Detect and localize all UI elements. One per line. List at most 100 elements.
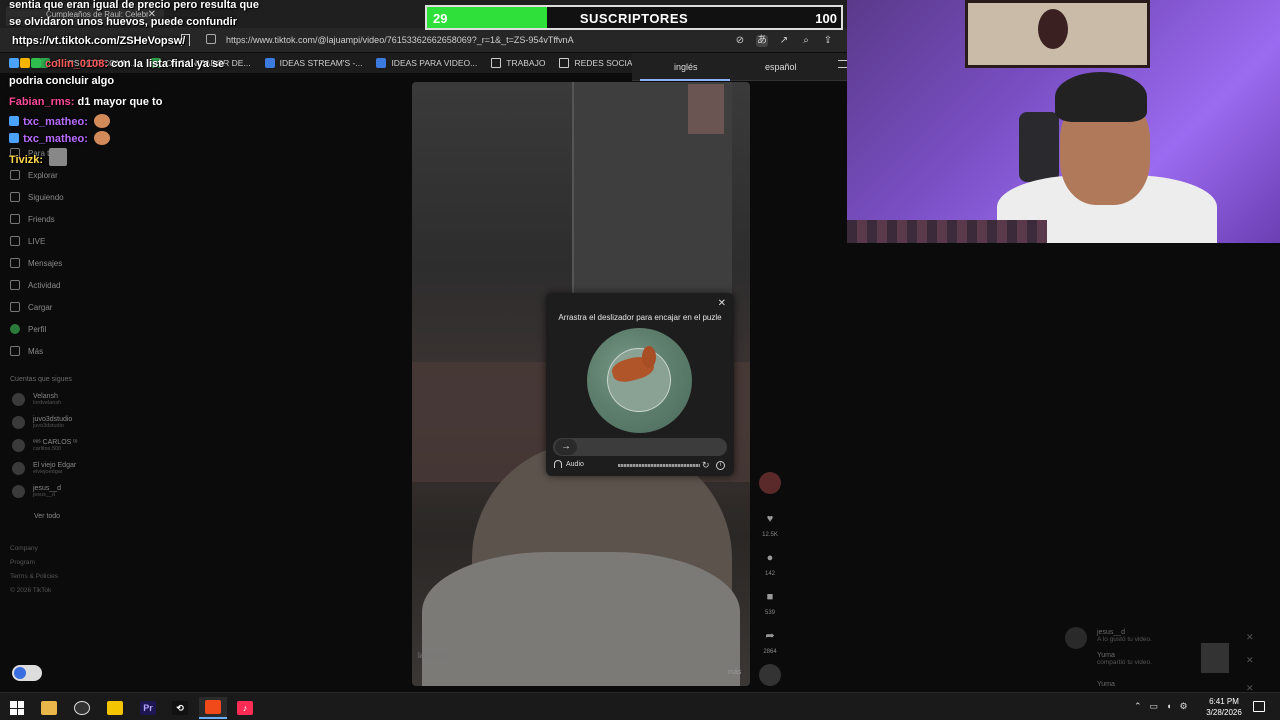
bookmark-icon: ■ bbox=[766, 591, 774, 603]
followed-account[interactable]: El viejo Edgar elviejoedgar bbox=[12, 462, 76, 475]
settings-icon[interactable]: ⚙ bbox=[1180, 701, 1188, 712]
translate-popup: inglés español bbox=[632, 53, 850, 81]
chevron-up-icon[interactable]: ⌃ bbox=[1134, 701, 1142, 712]
footer-link[interactable]: Terms & Policies bbox=[10, 573, 58, 580]
sidebar-item[interactable]: Más bbox=[10, 346, 43, 356]
chat-message: txc_matheo: bbox=[9, 131, 259, 148]
nav-icon bbox=[10, 280, 20, 290]
network-icon[interactable]: ▭ bbox=[1150, 701, 1159, 712]
emote-icon bbox=[93, 131, 110, 145]
chat-username: Fabian_rms: bbox=[9, 96, 75, 108]
zoom-icon[interactable]: ⌕ bbox=[800, 35, 812, 47]
volume-icon[interactable]: ◖ bbox=[1166, 701, 1171, 712]
sidebar-item[interactable]: Friends bbox=[10, 214, 55, 224]
mute-icon[interactable]: ⊘ bbox=[734, 35, 746, 47]
nav-icon bbox=[10, 324, 20, 334]
action-comment[interactable]: ● 142 bbox=[757, 551, 783, 577]
notification-center-icon[interactable] bbox=[1253, 701, 1265, 712]
action-bookmark[interactable]: ■ 539 bbox=[757, 590, 783, 616]
author-avatar[interactable] bbox=[757, 472, 783, 494]
info-icon[interactable]: i bbox=[716, 461, 725, 470]
footer-link[interactable]: Company bbox=[10, 545, 38, 552]
action-share[interactable]: ➦ 2864 bbox=[757, 629, 783, 655]
sidebar-item[interactable]: Actividad bbox=[10, 280, 60, 290]
followed-account[interactable]: jesus__d jesus__d bbox=[12, 485, 61, 498]
taskbar: Pr ⟲ ♪ ⌃ ▭ ◖ ⚙ 6:41 PM 3/28/2026 bbox=[0, 692, 1280, 720]
heart-icon: ♥ bbox=[766, 513, 774, 525]
translate-target-tab[interactable]: español bbox=[765, 62, 797, 72]
bookmark-item[interactable]: REDES SOCIALES bbox=[559, 58, 632, 68]
footer-link[interactable]: Program bbox=[10, 559, 35, 566]
start-button[interactable] bbox=[3, 697, 31, 719]
taskbar-obs[interactable] bbox=[68, 697, 96, 719]
open-external-icon[interactable]: ↗ bbox=[778, 35, 790, 47]
close-icon[interactable]: ✕ bbox=[1246, 655, 1254, 666]
streamer-cap bbox=[1055, 72, 1147, 122]
nav-icon bbox=[10, 302, 20, 312]
badge-icon bbox=[9, 58, 19, 68]
video-scene bbox=[688, 84, 724, 134]
avatar bbox=[12, 439, 25, 452]
taskbar-tiktok[interactable]: ♪ bbox=[231, 697, 259, 719]
sound-avatar[interactable] bbox=[757, 664, 783, 686]
close-icon[interactable]: ✕ bbox=[718, 298, 726, 309]
chat-username: collin_0108: bbox=[45, 58, 109, 70]
taskbar-brave[interactable] bbox=[199, 697, 227, 719]
bookmark-item[interactable]: IDEAS PARA VIDEO... bbox=[376, 58, 477, 68]
sidebar-item[interactable]: Perfil bbox=[10, 324, 46, 334]
captcha-slider-track[interactable] bbox=[553, 438, 727, 456]
nav-icon bbox=[10, 236, 20, 246]
followed-account[interactable]: juvo3dstudio juvo3dstudio bbox=[12, 416, 72, 429]
subscriber-goal-bar: 29 SUSCRIPTORES 100 bbox=[425, 5, 843, 30]
taskbar-explorer[interactable] bbox=[35, 697, 63, 719]
account-handle: juvo3dstudio bbox=[33, 423, 64, 429]
captcha-slider-handle[interactable]: → bbox=[555, 439, 577, 455]
screen: Cumpleaños de Raul: Celebr ✕ https://www… bbox=[0, 0, 1280, 720]
sidebar-item-label: Perfil bbox=[28, 324, 47, 334]
windows-icon bbox=[10, 701, 24, 715]
notification-item[interactable]: Yuma compartió tu video. bbox=[1097, 652, 1152, 666]
bookmark-item[interactable]: IDEAS STREAM'S -... bbox=[264, 58, 362, 68]
badge-icon bbox=[9, 133, 19, 143]
sidebar-item-label: Más bbox=[28, 346, 44, 356]
notification-item[interactable]: Yuma bbox=[1097, 681, 1115, 688]
action-heart[interactable]: ♥ 12.5K bbox=[757, 512, 783, 538]
notification-name: jesus__d bbox=[1097, 629, 1126, 636]
taskbar-files[interactable] bbox=[101, 697, 129, 719]
share-icon[interactable]: ⇪ bbox=[822, 35, 834, 47]
chat-text: con la lista final ya se podria concluir… bbox=[9, 58, 225, 87]
account-handle: elviejoedgar bbox=[33, 469, 63, 475]
followed-account[interactable]: ᵉᵉˢ CARLOS ᵗᵒ carlitos.500 bbox=[12, 439, 77, 452]
captcha-rotating-piece bbox=[595, 336, 683, 424]
folder-icon bbox=[491, 58, 502, 68]
captcha-audio-button[interactable]: Audio bbox=[554, 460, 584, 468]
bookmark-item[interactable]: TRABAJO bbox=[491, 58, 545, 68]
video-more-link[interactable]: más bbox=[728, 669, 741, 676]
sidebar-item[interactable]: LIVE bbox=[10, 236, 45, 246]
bookmark-favicon-icon bbox=[264, 58, 275, 68]
sidebar-item[interactable]: Cargar bbox=[10, 302, 52, 312]
refresh-icon[interactable]: ↻ bbox=[702, 460, 710, 471]
taskbar-clock[interactable]: 6:41 PM 3/28/2026 bbox=[1200, 696, 1248, 718]
badge-icon bbox=[9, 116, 19, 126]
video-author[interactable]: lajuampi bbox=[418, 651, 448, 660]
sidebar-item[interactable]: Siguiendo bbox=[10, 192, 64, 202]
url-field[interactable]: https://www.tiktok.com/@lajuampi/video/7… bbox=[198, 31, 638, 49]
sidebar-item-label: Siguiendo bbox=[28, 192, 64, 202]
translate-icon[interactable]: あ bbox=[756, 35, 768, 47]
see-all-link[interactable]: Ver todo bbox=[34, 513, 60, 520]
notification-item[interactable]: jesus__d A lo gustó tu video. bbox=[1097, 629, 1152, 643]
account-name: Velansh bbox=[33, 393, 58, 400]
followed-account[interactable]: Velansh lordvelansh bbox=[12, 393, 61, 406]
close-icon[interactable]: ✕ bbox=[1246, 632, 1254, 643]
chat-message: Fabian_rms: d1 mayor que to bbox=[9, 94, 259, 111]
chat-username: txc_matheo: bbox=[23, 133, 88, 145]
comment-icon: ● bbox=[766, 552, 774, 564]
taskbar-capcut[interactable]: ⟲ bbox=[166, 697, 194, 719]
translate-source-tab[interactable]: inglés bbox=[674, 62, 698, 72]
taskbar-premiere[interactable]: Pr bbox=[134, 697, 162, 719]
theme-toggle[interactable] bbox=[12, 665, 42, 681]
chat-message: sentia que eran igual de precio pero res… bbox=[9, 0, 259, 31]
sidebar-item[interactable]: Mensajes bbox=[10, 258, 62, 268]
chat-message: collin_0108: con la lista final ya se po… bbox=[9, 56, 259, 90]
